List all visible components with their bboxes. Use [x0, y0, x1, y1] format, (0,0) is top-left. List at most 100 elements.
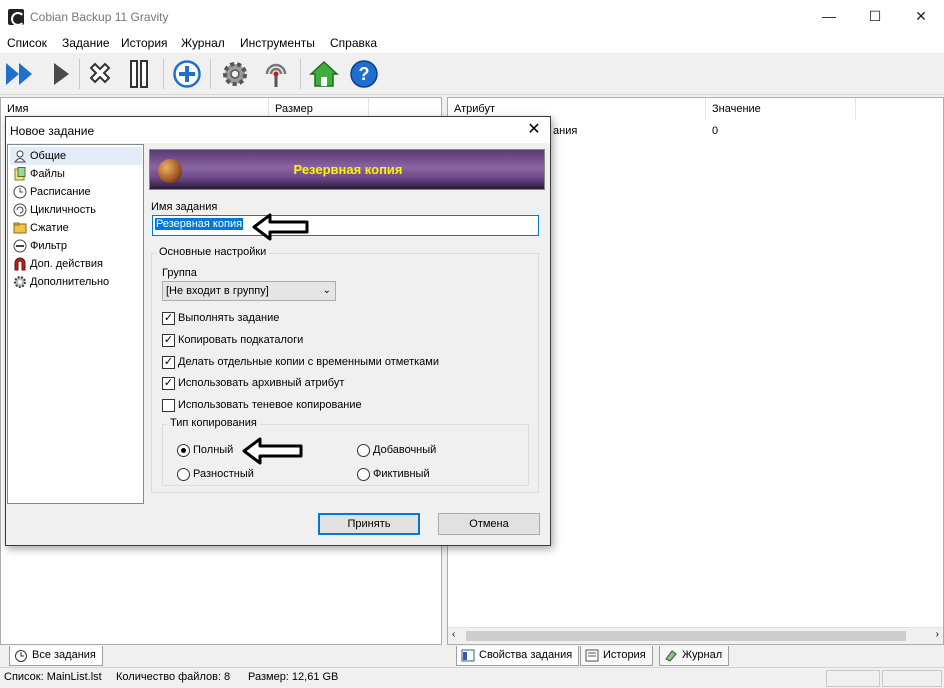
title-bar: Cobian Backup 11 Gravity — ☐ ✕	[0, 0, 944, 33]
status-bar: Список: MainList.lst Количество файлов: …	[0, 667, 944, 688]
cancel-icon[interactable]	[83, 57, 117, 91]
toolbar-separator	[79, 59, 80, 89]
nav-item-extra-actions[interactable]: Доп. действия	[10, 255, 142, 273]
radio-full[interactable]: Полный	[177, 442, 233, 458]
tab-all-tasks[interactable]: Все задания	[9, 646, 103, 666]
radio-label: Фиктивный	[373, 468, 430, 480]
radio-circle[interactable]	[357, 444, 370, 457]
nav-label: Цикличность	[30, 204, 96, 216]
nav-item-cycle[interactable]: Цикличность	[10, 201, 142, 219]
minimize-button[interactable]: —	[806, 0, 852, 33]
radio-circle[interactable]	[177, 468, 190, 481]
dialog-nav-list: Общие Файлы Расписание Цикличность Сжати…	[7, 144, 144, 504]
tab-log[interactable]: Журнал	[659, 646, 730, 666]
arrow-pointer-icon	[242, 437, 303, 465]
checkbox-run-task[interactable]: ✓ Выполнять задание	[162, 310, 279, 326]
group-label: Группа	[162, 267, 197, 279]
app-icon	[8, 9, 25, 26]
column-header-value[interactable]: Значение	[706, 98, 856, 120]
run-icon[interactable]	[44, 57, 78, 91]
menu-list[interactable]: Список	[7, 36, 47, 50]
checkbox-box[interactable]: ✓	[162, 377, 175, 390]
radio-incremental[interactable]: Добавочный	[357, 442, 436, 458]
close-button[interactable]: ✕	[898, 0, 944, 33]
window-title: Cobian Backup 11 Gravity	[30, 10, 169, 24]
radio-circle[interactable]	[357, 468, 370, 481]
scroll-left-icon[interactable]: ‹	[452, 629, 455, 640]
nav-item-advanced[interactable]: Дополнительно	[10, 273, 142, 291]
checkbox-label: Делать отдельные копии с временными отме…	[178, 356, 439, 368]
nav-item-general[interactable]: Общие	[10, 147, 142, 165]
maximize-button[interactable]: ☐	[852, 0, 898, 33]
radio-label: Разностный	[193, 468, 254, 480]
checkbox-box[interactable]: ✓	[162, 334, 175, 347]
group-select[interactable]: [Не входит в группу] ⌄	[162, 281, 336, 301]
tab-history[interactable]: История	[580, 646, 653, 666]
task-name-label: Имя задания	[151, 201, 218, 213]
cancel-button[interactable]: Отмена	[438, 513, 540, 535]
toolbar-separator	[163, 59, 164, 89]
pause-icon[interactable]	[122, 57, 156, 91]
add-task-icon[interactable]	[170, 57, 204, 91]
nav-item-compression[interactable]: Сжатие	[10, 219, 142, 237]
attribute-cell: ания	[553, 125, 578, 137]
radio-label: Добавочный	[373, 444, 437, 456]
menu-task[interactable]: Задание	[62, 36, 110, 50]
nav-item-schedule[interactable]: Расписание	[10, 183, 142, 201]
nav-label: Дополнительно	[30, 276, 110, 288]
tab-label: Журнал	[682, 649, 723, 661]
cycle-icon	[13, 203, 27, 217]
signal-icon[interactable]	[259, 57, 293, 91]
run-all-icon[interactable]	[3, 57, 37, 91]
arrow-pointer-icon	[252, 213, 309, 241]
group-select-value: [Не входит в группу]	[166, 285, 269, 297]
banner-title: Резервная копия	[293, 162, 403, 177]
checkbox-box[interactable]: ✓	[162, 312, 175, 325]
checkbox-copy-subdirs[interactable]: ✓ Копировать подкаталоги	[162, 332, 303, 348]
task-name-input[interactable]: Резервная копия	[152, 215, 539, 236]
accept-button[interactable]: Принять	[318, 513, 420, 535]
checkbox-archive-attribute[interactable]: ✓ Использовать архивный атрибут	[162, 375, 344, 391]
settings-icon[interactable]	[218, 57, 252, 91]
section-banner: Резервная копия	[149, 149, 545, 190]
menu-log[interactable]: Журнал	[181, 36, 225, 50]
checkbox-label: Использовать теневое копирование	[178, 399, 362, 411]
right-tabstrip: Свойства задания История Журнал	[447, 646, 944, 666]
scrollbar-thumb[interactable]	[466, 631, 906, 641]
log-icon	[665, 650, 677, 662]
magnet-icon	[14, 257, 26, 271]
nav-label: Доп. действия	[30, 258, 103, 270]
home-icon[interactable]	[307, 57, 341, 91]
scroll-right-icon[interactable]: ›	[936, 629, 939, 640]
radio-dummy[interactable]: Фиктивный	[357, 466, 430, 482]
tab-label: История	[603, 649, 646, 661]
checkbox-timestamped-copies[interactable]: ✓ Делать отдельные копии с временными отм…	[162, 354, 439, 370]
checkbox-box[interactable]: ✓	[162, 356, 175, 369]
nav-item-files[interactable]: Файлы	[10, 165, 142, 183]
svg-text:?: ?	[359, 64, 370, 84]
radio-differential[interactable]: Разностный	[177, 466, 254, 482]
nav-label: Фильтр	[30, 240, 67, 252]
help-icon[interactable]: ?	[347, 57, 381, 91]
toolbar-separator	[210, 59, 211, 89]
horizontal-scrollbar[interactable]: ‹ ›	[448, 627, 943, 644]
checkbox-shadow-copy[interactable]: Использовать теневое копирование	[162, 397, 362, 413]
status-file-count: Количество файлов: 8	[116, 671, 231, 683]
checkbox-label: Выполнять задание	[178, 312, 280, 324]
nav-label: Общие	[30, 150, 67, 162]
radio-circle[interactable]	[177, 444, 190, 457]
nav-label: Файлы	[30, 168, 65, 180]
status-list: Список: MainList.lst	[4, 671, 102, 683]
menu-history[interactable]: История	[121, 36, 168, 50]
checkbox-box[interactable]	[162, 399, 175, 412]
tab-task-properties[interactable]: Свойства задания	[456, 646, 580, 666]
copy-type-title: Тип копирования	[167, 417, 260, 429]
dialog-title: Новое задание	[10, 124, 95, 138]
menu-help[interactable]: Справка	[330, 36, 377, 50]
nav-item-filter[interactable]: Фильтр	[10, 237, 142, 255]
menu-tools[interactable]: Инструменты	[240, 36, 315, 50]
dialog-title-bar: Новое задание ✕	[6, 117, 550, 143]
clock-icon	[15, 650, 27, 662]
checkbox-label: Использовать архивный атрибут	[178, 377, 345, 389]
dialog-close-button[interactable]: ✕	[524, 120, 544, 140]
